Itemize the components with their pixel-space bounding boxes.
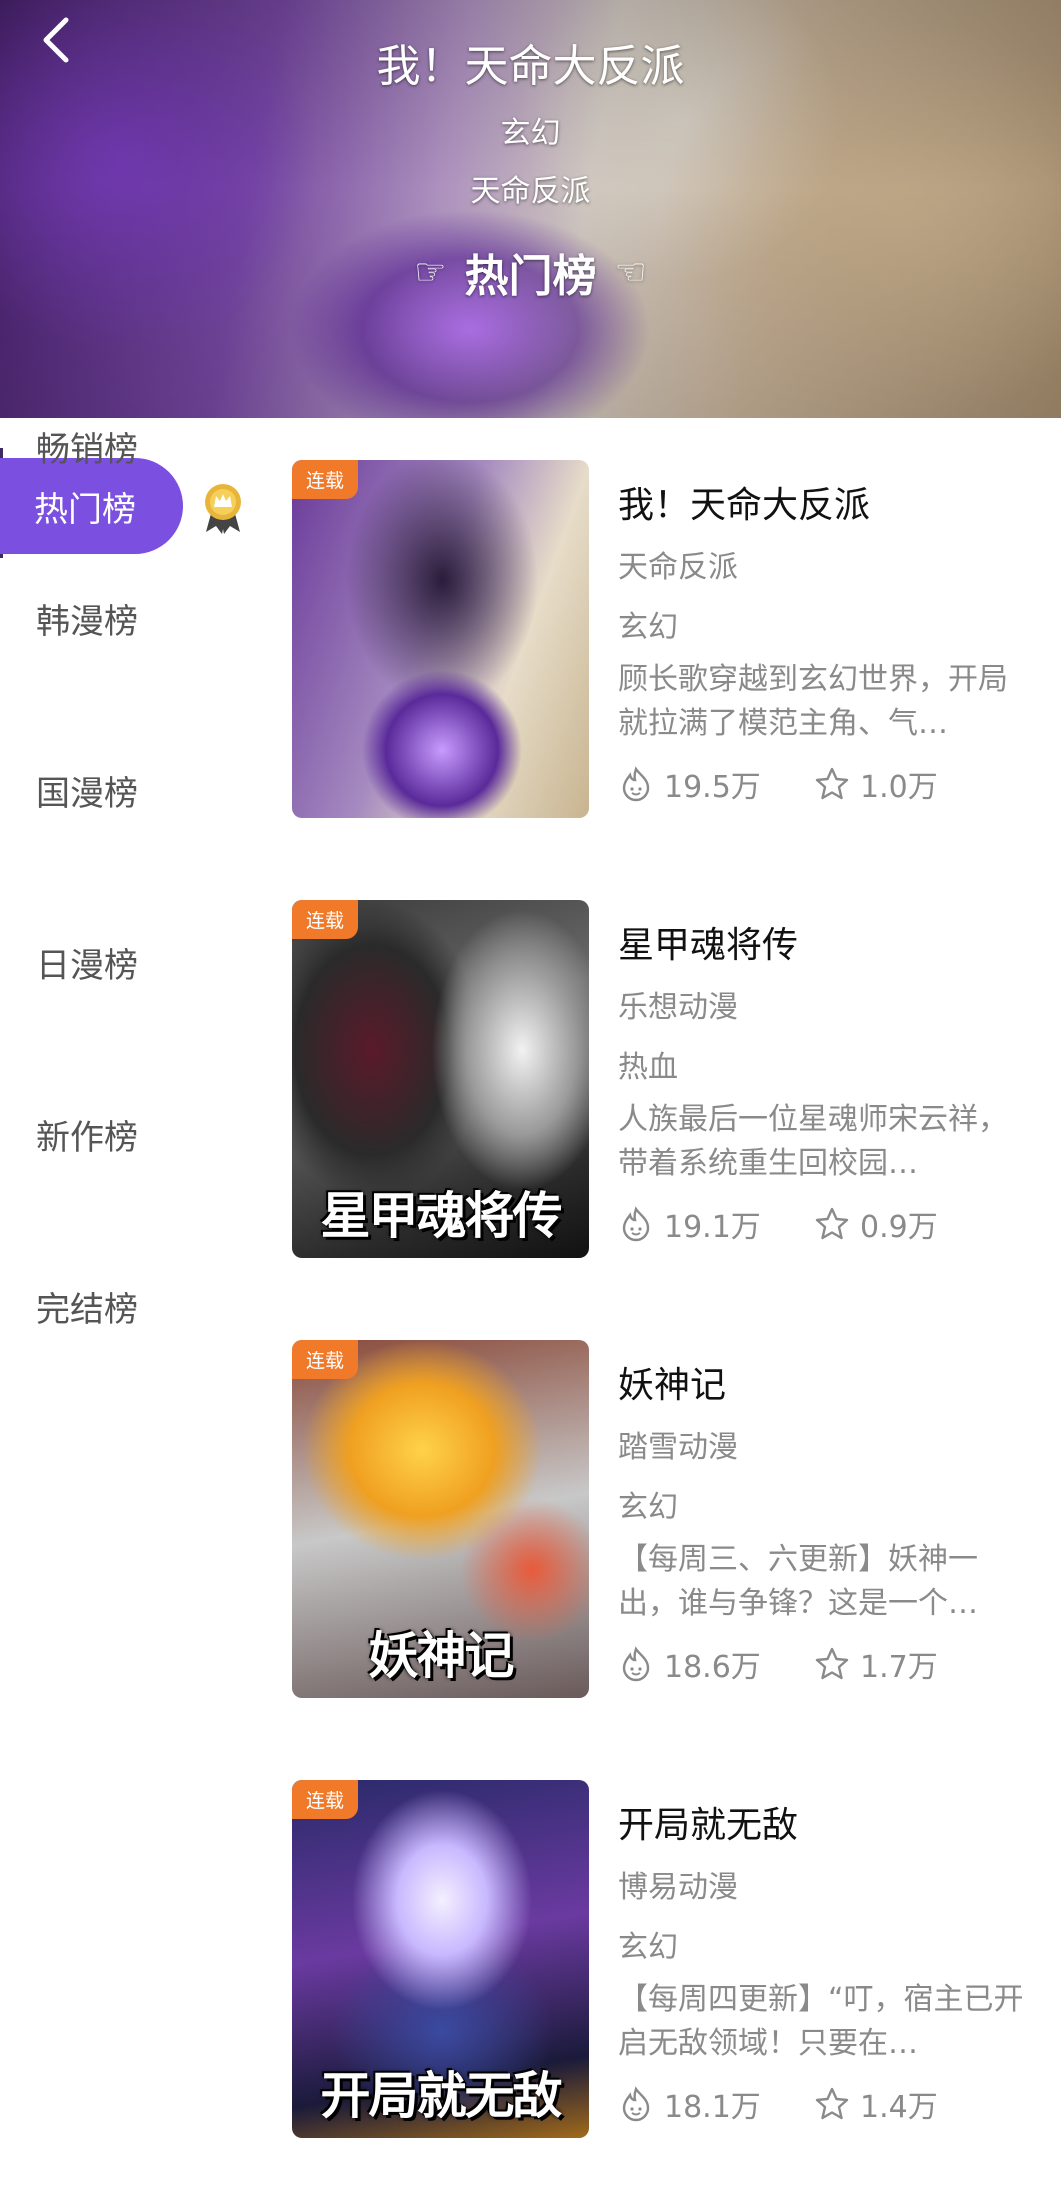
hero-author: 天命反派 xyxy=(470,174,591,209)
serial-badge: 连载 xyxy=(292,1780,359,1819)
hero-rank-text: 热门榜 xyxy=(464,251,597,302)
comic-description: 【每周三、六更新】妖神一出，谁与争锋？这是一个… xyxy=(618,1542,978,1621)
comic-genre: 玄幻 xyxy=(618,610,678,645)
views-count: 19.1万 xyxy=(664,1210,761,1245)
hand-pointing-right-icon: ☞ xyxy=(414,251,447,293)
cover-art-title: 开局就无敌 xyxy=(320,2066,563,2125)
sidebar-item-completed[interactable]: 完结榜 xyxy=(36,1282,138,1331)
comic-author: 博易动漫 xyxy=(618,1870,738,1905)
views-count: 18.6万 xyxy=(664,1650,761,1685)
sidebar-item-chinese[interactable]: 国漫榜 xyxy=(36,766,138,815)
popularity-flame-icon xyxy=(622,1646,650,1682)
hero-title: 我！天命大反派 xyxy=(376,41,685,92)
list-item[interactable]: 连载 开局就无敌 开局就无敌 博易动漫 玄幻 【每周四更新】“叮，宿主已开启无敌… xyxy=(292,1780,1032,2138)
hero-genre: 玄幻 xyxy=(500,116,561,151)
sidebar-item-hot[interactable]: 热门榜 xyxy=(0,458,183,554)
comic-title[interactable]: 星甲魂将传 xyxy=(618,916,798,968)
favorites-count: 1.0万 xyxy=(860,770,938,805)
sidebar-item-bestseller[interactable]: 畅销榜 xyxy=(36,422,138,471)
cover-art-title: 妖神记 xyxy=(368,1626,515,1685)
comic-author: 乐想动漫 xyxy=(618,990,738,1025)
favorites-count: 1.7万 xyxy=(860,1650,938,1685)
serial-badge: 连载 xyxy=(292,460,359,499)
star-icon xyxy=(815,1647,849,1680)
sidebar-item-korean[interactable]: 韩漫榜 xyxy=(36,594,138,643)
cover-image[interactable]: 连载 星甲魂将传 xyxy=(292,900,589,1258)
cover-image[interactable]: 连载 妖神记 xyxy=(292,1340,589,1698)
comic-title[interactable]: 妖神记 xyxy=(618,1356,726,1408)
cover-art-title: 星甲魂将传 xyxy=(320,1186,563,1245)
list-item[interactable]: 连载 我！天命大反派 天命反派 玄幻 顾长歌穿越到玄幻世界，开局就拉满了模范主角… xyxy=(292,460,1032,818)
cover-image[interactable]: 连载 xyxy=(292,460,589,818)
star-icon xyxy=(815,767,849,800)
comic-description: 人族最后一位星魂师宋云祥，带着系统重生回校园… xyxy=(618,1102,1008,1181)
hero-banner: 我！天命大反派 玄幻 天命反派 ☞ 热门榜 ☜ xyxy=(0,0,1061,418)
popularity-flame-icon xyxy=(622,766,650,802)
favorites-count: 1.4万 xyxy=(860,2090,938,2125)
hand-pointing-left-icon: ☜ xyxy=(614,251,647,293)
favorites-count: 0.9万 xyxy=(860,1210,938,1245)
ranking-sidebar: 热门榜 畅销榜 韩漫榜 国漫榜 日漫榜 新作榜 完结榜 xyxy=(0,418,270,2210)
comic-title[interactable]: 开局就无敌 xyxy=(618,1796,798,1848)
comic-author: 天命反派 xyxy=(618,550,738,585)
medal-icon xyxy=(205,484,241,534)
popularity-flame-icon xyxy=(622,1206,650,1242)
sidebar-item-japanese[interactable]: 日漫榜 xyxy=(36,938,138,987)
comic-title[interactable]: 我！天命大反派 xyxy=(618,476,870,528)
star-icon xyxy=(815,1207,849,1240)
cover-image[interactable]: 连载 开局就无敌 xyxy=(292,1780,589,2138)
hero-rank-label: ☞ 热门榜 ☜ xyxy=(0,240,1061,304)
comic-description: 顾长歌穿越到玄幻世界，开局就拉满了模范主角、气… xyxy=(618,662,1008,741)
list-item[interactable]: 连载 星甲魂将传 星甲魂将传 乐想动漫 热血 人族最后一位星魂师宋云祥，带着系统… xyxy=(292,900,1032,1258)
comic-genre: 热血 xyxy=(618,1050,678,1085)
comic-author: 踏雪动漫 xyxy=(618,1430,738,1465)
views-count: 18.1万 xyxy=(664,2090,761,2125)
comic-genre: 玄幻 xyxy=(618,1930,678,1965)
serial-badge: 连载 xyxy=(292,1340,359,1379)
comic-description: 【每周四更新】“叮，宿主已开启无敌领域！只要在… xyxy=(618,1982,1024,2061)
serial-badge: 连载 xyxy=(292,900,359,939)
views-count: 19.5万 xyxy=(664,770,761,805)
comic-genre: 玄幻 xyxy=(618,1490,678,1525)
list-item[interactable]: 连载 妖神记 妖神记 踏雪动漫 玄幻 【每周三、六更新】妖神一出，谁与争锋？这是… xyxy=(292,1340,1032,1698)
popularity-flame-icon xyxy=(622,2086,650,2122)
star-icon xyxy=(815,2087,849,2120)
sidebar-item-new[interactable]: 新作榜 xyxy=(36,1110,138,1159)
